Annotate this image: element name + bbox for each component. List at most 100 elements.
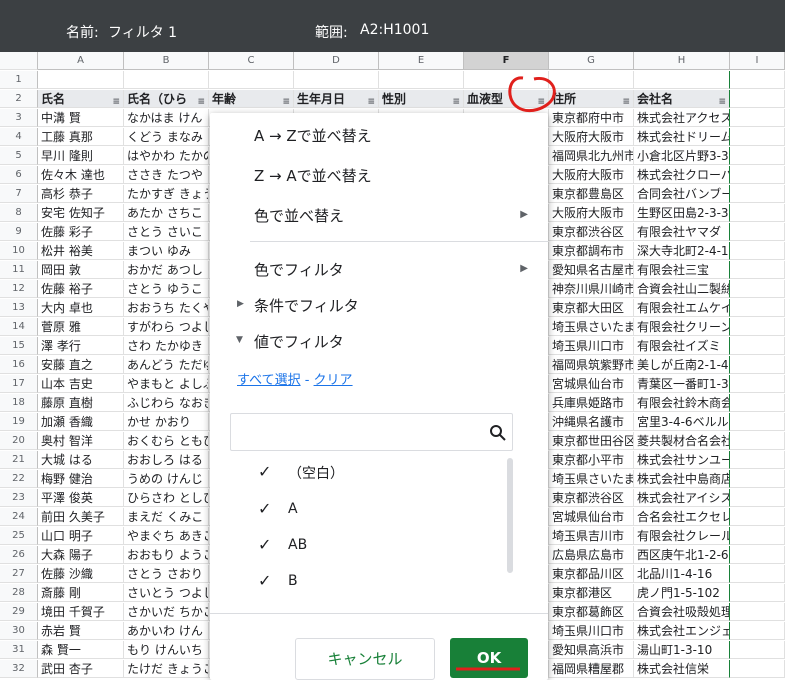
- column-header[interactable]: G: [549, 52, 634, 70]
- row-header[interactable]: 24: [0, 508, 38, 526]
- table-cell[interactable]: 株式会社中島商店: [634, 470, 730, 488]
- table-cell[interactable]: [730, 432, 785, 450]
- table-cell[interactable]: [730, 603, 785, 621]
- table-cell[interactable]: 藤原 直樹: [38, 394, 124, 412]
- table-cell[interactable]: 沖縄県名護市: [549, 413, 634, 431]
- table-cell[interactable]: [730, 489, 785, 507]
- row-header[interactable]: 12: [0, 280, 38, 298]
- table-cell[interactable]: [730, 622, 785, 640]
- row-header[interactable]: 25: [0, 527, 38, 545]
- table-cell[interactable]: 福岡県筑紫野市: [549, 356, 634, 374]
- table-cell[interactable]: [379, 71, 464, 89]
- table-cell[interactable]: 有限会社ヤマダ: [634, 223, 730, 241]
- table-cell[interactable]: 虎ノ門1-5-102: [634, 584, 730, 602]
- table-cell[interactable]: 大阪府大阪市: [549, 166, 634, 184]
- table-cell[interactable]: 松井 裕美: [38, 242, 124, 260]
- table-cell[interactable]: 美しが丘南2-1-4: [634, 356, 730, 374]
- table-cell[interactable]: 東京都小平市: [549, 451, 634, 469]
- value-search-input[interactable]: [230, 413, 513, 451]
- table-cell[interactable]: 東京都調布市: [549, 242, 634, 260]
- table-cell[interactable]: 斎藤 剛: [38, 584, 124, 602]
- row-header[interactable]: 7: [0, 185, 38, 203]
- filter-by-condition-item[interactable]: 条件でフィルタ: [254, 295, 359, 316]
- row-header[interactable]: 29: [0, 603, 38, 621]
- table-cell[interactable]: さいとう つよし: [124, 584, 209, 602]
- table-cell[interactable]: 森 賢一: [38, 641, 124, 659]
- table-cell[interactable]: [730, 90, 785, 108]
- table-cell[interactable]: 北品川1-4-16: [634, 565, 730, 583]
- table-cell[interactable]: [730, 280, 785, 298]
- row-header[interactable]: 19: [0, 413, 38, 431]
- value-option[interactable]: B: [288, 573, 298, 589]
- table-cell[interactable]: [730, 356, 785, 374]
- row-header[interactable]: 8: [0, 204, 38, 222]
- table-cell[interactable]: 株式会社信栄: [634, 660, 730, 678]
- table-cell[interactable]: かせ かおり: [124, 413, 209, 431]
- table-cell[interactable]: 湯山町1-3-10: [634, 641, 730, 659]
- filter-by-color-item[interactable]: 色でフィルタ: [254, 259, 344, 280]
- table-cell[interactable]: 有限会社クレール: [634, 527, 730, 545]
- row-header[interactable]: 4: [0, 128, 38, 146]
- table-cell[interactable]: 東京都世田谷区: [549, 432, 634, 450]
- row-header[interactable]: 17: [0, 375, 38, 393]
- table-cell[interactable]: 高杉 恭子: [38, 185, 124, 203]
- table-cell[interactable]: [464, 71, 549, 89]
- table-cell[interactable]: [124, 71, 209, 89]
- table-cell[interactable]: [730, 166, 785, 184]
- table-cell[interactable]: [730, 147, 785, 165]
- table-cell[interactable]: [294, 71, 379, 89]
- table-cell[interactable]: 深大寺北町2-4-19: [634, 242, 730, 260]
- table-cell[interactable]: [730, 546, 785, 564]
- table-cell[interactable]: 東京都港区: [549, 584, 634, 602]
- column-header[interactable]: H: [634, 52, 730, 70]
- table-cell[interactable]: 澤 孝行: [38, 337, 124, 355]
- table-cell[interactable]: さわ たかゆき: [124, 337, 209, 355]
- table-cell[interactable]: 宮里3-4-6ベルル51: [634, 413, 730, 431]
- table-cell[interactable]: やまぐち あきこ: [124, 527, 209, 545]
- table-cell[interactable]: あたか さちこ: [124, 204, 209, 222]
- table-cell[interactable]: 西区庚午北1-2-6: [634, 546, 730, 564]
- table-cell[interactable]: 梅野 健治: [38, 470, 124, 488]
- table-cell[interactable]: [730, 71, 785, 89]
- filter-name-input[interactable]: フィルタ 1: [108, 22, 177, 42]
- filter-icon[interactable]: ≡: [112, 93, 120, 107]
- table-cell[interactable]: 大森 陽子: [38, 546, 124, 564]
- table-cell[interactable]: 佐藤 彩子: [38, 223, 124, 241]
- filter-icon[interactable]: ≡: [367, 93, 375, 107]
- row-header[interactable]: 28: [0, 584, 38, 602]
- table-cell[interactable]: 武田 杏子: [38, 660, 124, 678]
- table-cell[interactable]: 佐藤 沙織: [38, 565, 124, 583]
- table-cell[interactable]: [209, 71, 294, 89]
- table-cell[interactable]: 佐々木 達也: [38, 166, 124, 184]
- check-icon[interactable]: ✓: [258, 499, 271, 518]
- table-cell[interactable]: 宮城県仙台市: [549, 508, 634, 526]
- check-icon[interactable]: ✓: [258, 462, 271, 481]
- table-cell[interactable]: 株式会社アクセス: [634, 109, 730, 127]
- row-header[interactable]: 5: [0, 147, 38, 165]
- column-header[interactable]: B: [124, 52, 209, 70]
- table-cell[interactable]: 山本 吉史: [38, 375, 124, 393]
- column-header[interactable]: F: [464, 52, 549, 70]
- table-cell[interactable]: おおうち たくや: [124, 299, 209, 317]
- table-cell[interactable]: [730, 565, 785, 583]
- table-cell[interactable]: [730, 223, 785, 241]
- row-header[interactable]: 31: [0, 641, 38, 659]
- table-cell[interactable]: さとう さおり: [124, 565, 209, 583]
- table-cell[interactable]: 合資会社吸殻処理愛煙家協: [634, 603, 730, 621]
- value-option[interactable]: （空白）: [288, 463, 344, 483]
- row-header[interactable]: 26: [0, 546, 38, 564]
- clear-link[interactable]: クリア: [314, 373, 353, 388]
- table-cell[interactable]: 合資会社山二製絲所: [634, 280, 730, 298]
- filter-icon[interactable]: ≡: [452, 93, 460, 107]
- table-cell[interactable]: 赤岩 賢: [38, 622, 124, 640]
- filter-icon[interactable]: ≡: [537, 93, 545, 107]
- table-cell[interactable]: たかすぎ きょう: [124, 185, 209, 203]
- table-cell[interactable]: [730, 584, 785, 602]
- table-cell[interactable]: 東京都大田区: [549, 299, 634, 317]
- header-cell[interactable]: 年齢 ≡: [209, 90, 294, 108]
- table-cell[interactable]: 合名会社エクセレントサー: [634, 508, 730, 526]
- row-header[interactable]: 3: [0, 109, 38, 127]
- table-cell[interactable]: [730, 394, 785, 412]
- row-header[interactable]: 18: [0, 394, 38, 412]
- table-cell[interactable]: もり けんいち: [124, 641, 209, 659]
